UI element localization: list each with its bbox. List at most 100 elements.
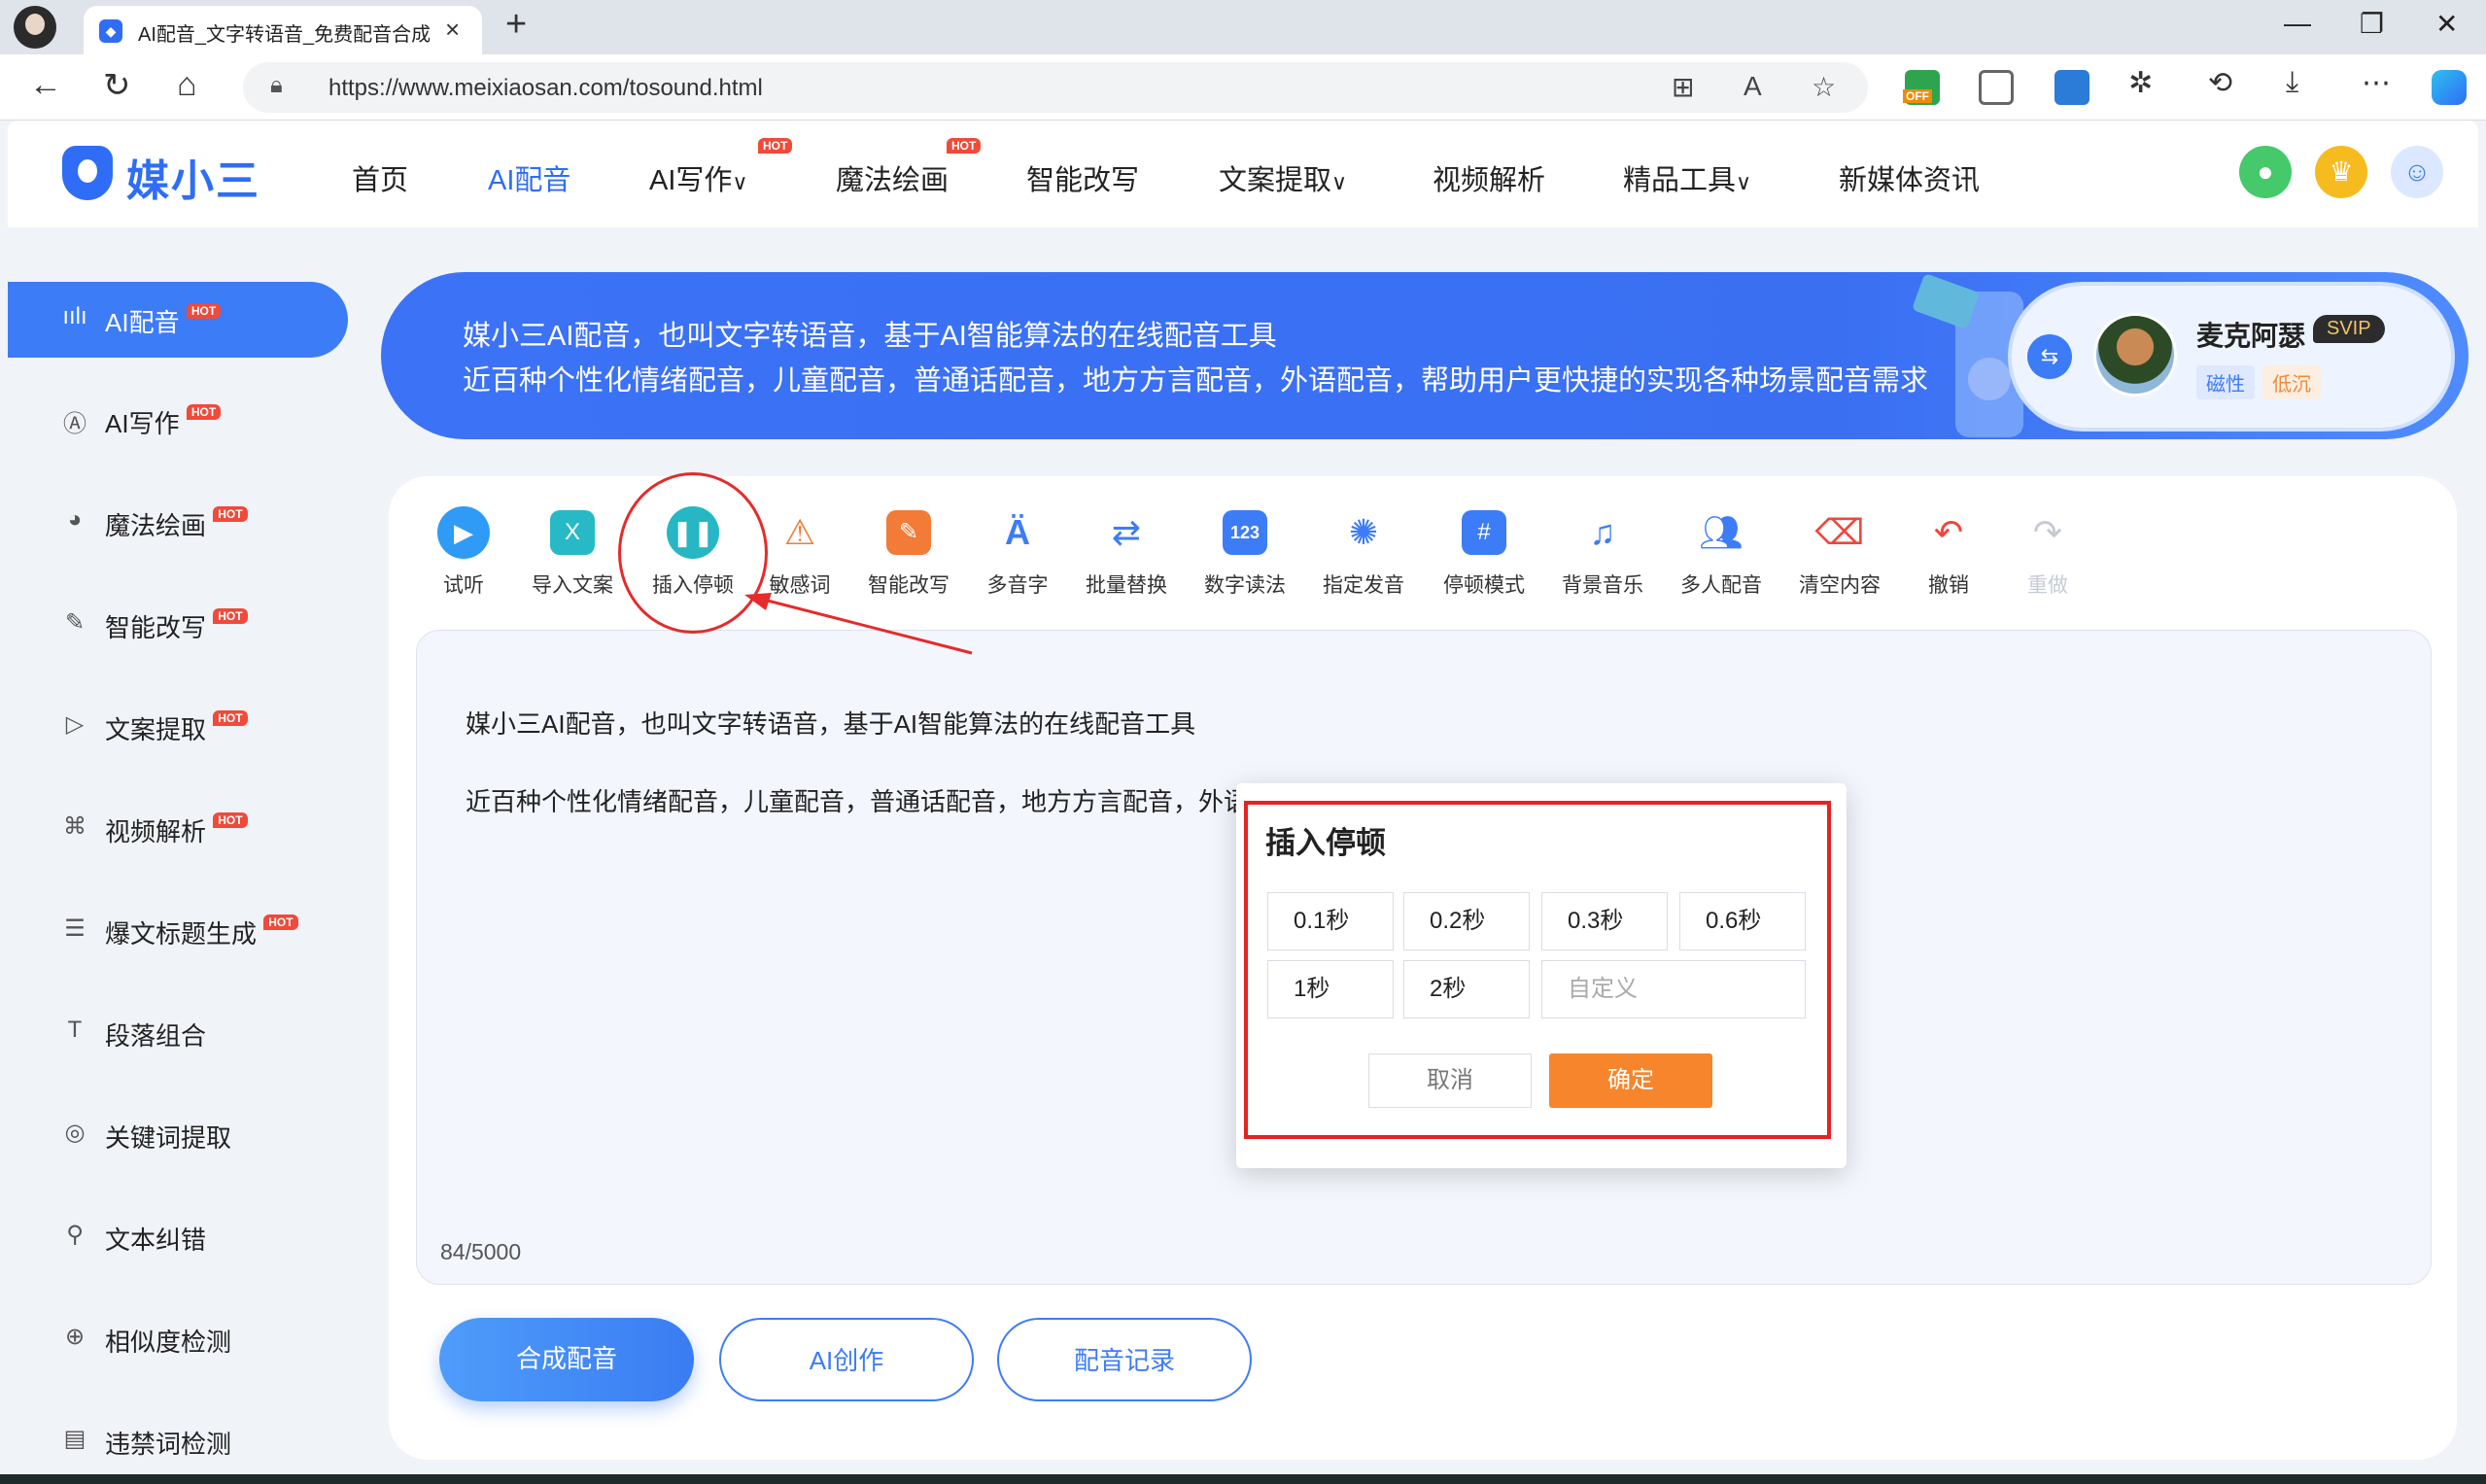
- custom-pause-input[interactable]: 自定义: [1541, 960, 1806, 1018]
- extensions-puzzle-icon[interactable]: ✲: [2128, 66, 2153, 100]
- app-grid-icon[interactable]: ⊞: [1672, 71, 1694, 103]
- sidebar-item-ai-dubbing[interactable]: ıılı AI配音 HOT: [8, 282, 348, 358]
- sidebar-item-keywords[interactable]: ◎ 关键词提取: [8, 1097, 348, 1173]
- voice-avatar: [2093, 313, 2177, 397]
- tool-preview[interactable]: ▶ 试听: [410, 505, 517, 599]
- chevron-down-icon: ∨: [1736, 170, 1752, 194]
- pause-option[interactable]: 0.2秒: [1403, 892, 1530, 950]
- new-tab-icon[interactable]: +: [505, 4, 527, 46]
- pause-option[interactable]: 0.1秒: [1267, 892, 1394, 950]
- nav-ai-dubbing[interactable]: AI配音: [488, 157, 570, 198]
- tool-specify-pronunciation[interactable]: ✺ 指定发音: [1310, 505, 1417, 599]
- tool-label: 指定发音: [1323, 574, 1404, 597]
- nav-premium-tools[interactable]: 精品工具∨: [1623, 157, 1751, 198]
- user-avatar[interactable]: ☺: [2391, 146, 2443, 198]
- tool-label: 数字读法: [1204, 574, 1286, 597]
- undo-icon: ↶: [1933, 512, 1964, 552]
- translate-icon[interactable]: [2054, 70, 2089, 105]
- editor-line-1: 媒小三AI配音，也叫文字转语音，基于AI智能算法的在线配音工具: [466, 709, 1196, 739]
- proofread-icon: ⚲: [66, 1222, 84, 1248]
- site-favicon-icon: ◆: [99, 19, 122, 43]
- ai-create-button[interactable]: AI创作: [719, 1318, 974, 1401]
- favorite-star-icon[interactable]: ☆: [1812, 71, 1836, 103]
- pause-option[interactable]: 0.3秒: [1541, 892, 1668, 950]
- parse-icon: ⌘: [63, 813, 86, 840]
- copilot-icon[interactable]: [2432, 70, 2467, 105]
- home-icon[interactable]: ⌂: [177, 66, 197, 104]
- sidebar-item-smart-rewrite[interactable]: ✎ 智能改写 HOT: [8, 587, 348, 663]
- logo-text[interactable]: 媒小三: [126, 146, 260, 208]
- sidebar-item-magic-drawing[interactable]: ◕ 魔法绘画 HOT: [8, 485, 348, 561]
- synthesize-button[interactable]: 合成配音: [439, 1318, 694, 1401]
- url-field[interactable]: 🔒︎ https://www.meixiaosan.com/tosound.ht…: [243, 62, 1868, 113]
- collections-icon[interactable]: [1979, 70, 2014, 105]
- profile-avatar[interactable]: [14, 6, 56, 49]
- logo-icon[interactable]: [62, 146, 113, 200]
- tool-background-music[interactable]: ♫ 背景音乐: [1549, 505, 1656, 599]
- nav-media-news[interactable]: 新媒体资讯: [1839, 157, 1980, 198]
- browser-tab[interactable]: ◆ AI配音_文字转语音_免费配音合成 ×: [84, 6, 482, 54]
- site-header: 媒小三 首页 AI配音 AI写作∨ HOT 魔法绘画 HOT 智能改写 文案提取…: [8, 121, 2478, 227]
- nav-copy-extract[interactable]: 文案提取∨: [1219, 157, 1347, 198]
- broom-icon: ⌫: [1814, 512, 1865, 552]
- palette-icon: ◕: [67, 506, 83, 533]
- tool-batch-replace[interactable]: ⇄ 批量替换: [1073, 505, 1180, 599]
- dubbing-records-button[interactable]: 配音记录: [997, 1318, 1252, 1401]
- extension-off-badge: OFF: [1903, 89, 1932, 103]
- voice-selector-card[interactable]: ⇆ 麦克阿瑟 SVIP 磁性 低沉: [2008, 282, 2455, 431]
- tool-number-reading[interactable]: 123 数字读法: [1191, 505, 1298, 599]
- sidebar-item-similarity[interactable]: ⊕ 相似度检测: [8, 1301, 348, 1377]
- sidebar: ıılı AI配音 HOT Ⓐ AI写作 HOT ◕ 魔法绘画 HOT ✎ 智能…: [8, 227, 358, 1477]
- tool-label: 导入文案: [532, 574, 613, 597]
- extension-icon[interactable]: OFF: [1903, 70, 1940, 105]
- tool-multi-voice[interactable]: 👥︎ 多人配音: [1668, 505, 1775, 599]
- pause-option[interactable]: 1秒: [1267, 960, 1394, 1018]
- banner-line-2: 近百种个性化情绪配音，儿童配音，普通话配音，地方方言配音，外语配音，帮助用户更快…: [463, 365, 1929, 397]
- minimize-icon[interactable]: —: [2284, 8, 2311, 39]
- back-icon[interactable]: ←: [29, 66, 62, 104]
- tab-title: AI配音_文字转语音_免费配音合成: [138, 24, 430, 46]
- tool-undo[interactable]: ↶ 撤销: [1895, 505, 2002, 599]
- tool-pause-mode[interactable]: # 停顿模式: [1431, 505, 1537, 599]
- vip-crown-icon[interactable]: ♛: [2315, 146, 2367, 198]
- more-menu-icon[interactable]: ⋯: [2362, 66, 2391, 100]
- history-icon[interactable]: ⟲: [2208, 66, 2232, 100]
- nav-ai-writing[interactable]: AI写作∨: [649, 157, 748, 198]
- window-close-icon[interactable]: ✕: [2435, 8, 2458, 40]
- restore-icon[interactable]: ❐: [2360, 8, 2384, 40]
- tab-close-icon[interactable]: ×: [445, 15, 460, 45]
- reload-icon[interactable]: ↻: [103, 66, 131, 105]
- lock-icon[interactable]: 🔒︎: [270, 72, 283, 99]
- sidebar-item-copy-extract[interactable]: ▷ 文案提取 HOT: [8, 689, 348, 765]
- sidebar-item-banned-words[interactable]: ▤ 违禁词检测: [8, 1403, 348, 1479]
- download-icon[interactable]: ⤓: [2286, 66, 2298, 99]
- sidebar-item-title-gen[interactable]: ☰ 爆文标题生成 HOT: [8, 893, 348, 969]
- read-aloud-icon[interactable]: A: [1744, 71, 1762, 102]
- nav-smart-rewrite[interactable]: 智能改写: [1026, 157, 1139, 198]
- nav-video-parse[interactable]: 视频解析: [1433, 157, 1545, 198]
- nav-home[interactable]: 首页: [352, 157, 408, 198]
- tool-import-text[interactable]: X 导入文案: [519, 505, 626, 599]
- voice-name: 麦克阿瑟: [2196, 321, 2306, 351]
- sidebar-item-ai-writing[interactable]: Ⓐ AI写作 HOT: [8, 383, 348, 459]
- annotation-arrow-icon: [744, 593, 973, 655]
- browser-tab-strip: ◆ AI配音_文字转语音_免费配音合成 × + — ❐ ✕: [0, 0, 2486, 54]
- title-lines-icon: ☰: [64, 915, 86, 942]
- switch-voice-icon[interactable]: ⇆: [2027, 334, 2072, 379]
- document-check-icon: ▤: [63, 1426, 86, 1452]
- cancel-button[interactable]: 取消: [1368, 1053, 1532, 1108]
- sidebar-item-proofread[interactable]: ⚲ 文本纠错: [8, 1199, 348, 1275]
- hot-badge: HOT: [213, 710, 248, 726]
- pause-option[interactable]: 0.6秒: [1679, 892, 1806, 950]
- tool-redo[interactable]: ↷ 重做: [1994, 505, 2101, 599]
- batch-replace-icon: ⇄: [1111, 512, 1142, 552]
- target-icon: ◎: [64, 1120, 86, 1146]
- insert-pause-dialog: 插入停顿 0.1秒 0.2秒 0.3秒 0.6秒 1秒 2秒 自定义 取消 确定: [1236, 783, 1847, 1168]
- notification-bell-icon[interactable]: ●: [2239, 146, 2292, 198]
- pause-option[interactable]: 2秒: [1403, 960, 1530, 1018]
- nav-magic-drawing[interactable]: 魔法绘画: [836, 157, 949, 198]
- confirm-button[interactable]: 确定: [1549, 1053, 1712, 1108]
- sidebar-item-video-parse[interactable]: ⌘ 视频解析 HOT: [8, 791, 348, 867]
- tool-clear-content[interactable]: ⌫ 清空内容: [1786, 505, 1893, 599]
- sidebar-item-paragraph[interactable]: T 段落组合: [8, 995, 348, 1071]
